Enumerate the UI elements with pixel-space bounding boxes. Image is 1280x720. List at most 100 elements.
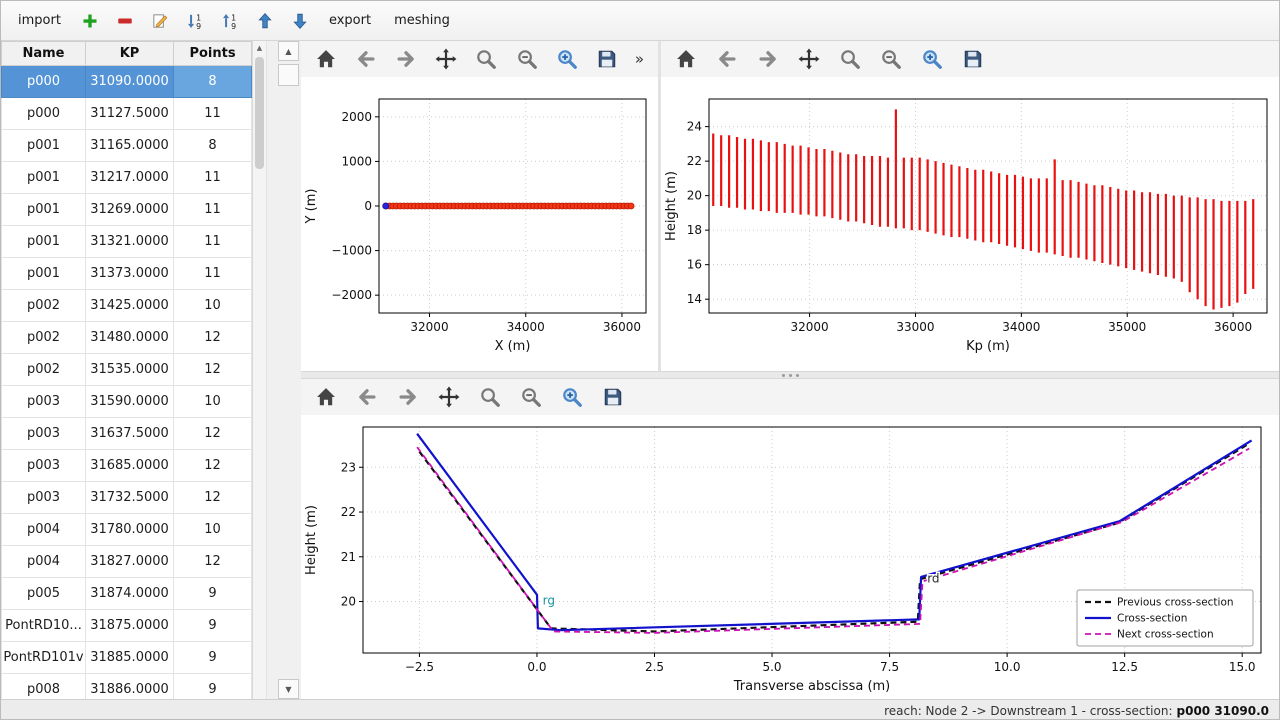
cell-points[interactable]: 12 [174, 482, 252, 514]
pan-button[interactable] [434, 46, 459, 72]
table-row[interactable]: p00231535.000012 [2, 354, 252, 386]
back-button[interactable] [354, 384, 380, 410]
column-header-points[interactable]: Points [174, 42, 252, 66]
table-row[interactable]: p00331637.500012 [2, 418, 252, 450]
forward-button[interactable] [395, 384, 421, 410]
home-button[interactable] [673, 46, 699, 72]
cell-points[interactable]: 12 [174, 322, 252, 354]
cell-kp[interactable]: 31217.0000 [86, 162, 174, 194]
table-row[interactable]: p00131217.000011 [2, 162, 252, 194]
cell-name[interactable]: p000 [2, 66, 86, 98]
cell-kp[interactable]: 31535.0000 [86, 354, 174, 386]
cell-kp[interactable]: 31885.0000 [86, 642, 174, 674]
table-row[interactable]: p00231425.000010 [2, 290, 252, 322]
table-row[interactable]: p00831886.00009 [2, 674, 252, 700]
cell-points[interactable]: 11 [174, 162, 252, 194]
cell-name[interactable]: p001 [2, 258, 86, 290]
table-row[interactable]: PontRD101v31885.00009 [2, 642, 252, 674]
cell-name[interactable]: p002 [2, 290, 86, 322]
cell-points[interactable]: 11 [174, 194, 252, 226]
table-row[interactable]: p00131165.00008 [2, 130, 252, 162]
cell-name[interactable]: p004 [2, 514, 86, 546]
move-down-button[interactable] [287, 8, 313, 34]
table-row[interactable]: PontRD10...31875.00009 [2, 610, 252, 642]
zoom-button[interactable] [477, 384, 503, 410]
sort-descending-button[interactable]: 19 [217, 8, 243, 34]
cell-kp[interactable]: 31165.0000 [86, 130, 174, 162]
panel-scroll-down-button[interactable]: ▼ [278, 679, 299, 699]
cell-name[interactable]: p002 [2, 354, 86, 386]
back-button[interactable] [353, 46, 378, 72]
zoom-button[interactable] [837, 46, 863, 72]
edit-button[interactable] [147, 8, 173, 34]
table-row[interactable]: p00431827.000012 [2, 546, 252, 578]
zoom-in-button[interactable] [559, 384, 585, 410]
cell-name[interactable]: p004 [2, 546, 86, 578]
table-row[interactable]: p00031090.00008 [2, 66, 252, 98]
move-up-button[interactable] [252, 8, 278, 34]
cell-name[interactable]: p005 [2, 578, 86, 610]
cell-kp[interactable]: 31269.0000 [86, 194, 174, 226]
cell-name[interactable]: p000 [2, 98, 86, 130]
panel-scrollbar[interactable]: ▲ ▼ [278, 41, 299, 699]
table-scrollbar-thumb[interactable] [255, 57, 264, 169]
cell-kp[interactable]: 31732.5000 [86, 482, 174, 514]
cell-points[interactable]: 10 [174, 290, 252, 322]
cell-name[interactable]: PontRD10... [2, 610, 86, 642]
table-row[interactable]: p00331590.000010 [2, 386, 252, 418]
cell-points[interactable]: 9 [174, 610, 252, 642]
zoom-out-button[interactable] [518, 384, 544, 410]
sort-ascending-button[interactable]: 19 [182, 8, 208, 34]
cell-kp[interactable]: 31827.0000 [86, 546, 174, 578]
cell-kp[interactable]: 31480.0000 [86, 322, 174, 354]
table-row[interactable]: p00531874.00009 [2, 578, 252, 610]
cell-name[interactable]: p003 [2, 418, 86, 450]
zoom-out-button[interactable] [878, 46, 904, 72]
cell-name[interactable]: p003 [2, 386, 86, 418]
cell-kp[interactable]: 31637.5000 [86, 418, 174, 450]
cell-kp[interactable]: 31373.0000 [86, 258, 174, 290]
cell-kp[interactable]: 31127.5000 [86, 98, 174, 130]
cell-kp[interactable]: 31780.0000 [86, 514, 174, 546]
table-row[interactable]: p00231480.000012 [2, 322, 252, 354]
column-header-name[interactable]: Name [2, 42, 86, 66]
save-button[interactable] [600, 384, 626, 410]
cell-name[interactable]: PontRD101v [2, 642, 86, 674]
toolbar-overflow-button[interactable]: » [635, 50, 646, 68]
cell-name[interactable]: p001 [2, 130, 86, 162]
table-row[interactable]: p00131321.000011 [2, 226, 252, 258]
forward-button[interactable] [393, 46, 418, 72]
home-button[interactable] [313, 384, 339, 410]
cell-kp[interactable]: 31886.0000 [86, 674, 174, 700]
panel-scrollbar-thumb[interactable] [278, 64, 299, 86]
cell-kp[interactable]: 31874.0000 [86, 578, 174, 610]
cell-points[interactable]: 12 [174, 354, 252, 386]
plan-view-plot[interactable]: 320003400036000200010000−1000−2000X (m)Y… [301, 77, 658, 371]
table-row[interactable]: p00431780.000010 [2, 514, 252, 546]
table-row[interactable]: p00131373.000011 [2, 258, 252, 290]
cell-points[interactable]: 10 [174, 386, 252, 418]
table-row[interactable]: p00031127.500011 [2, 98, 252, 130]
longitudinal-profile-plot[interactable]: 3200033000340003500036000141618202224Kp … [661, 77, 1280, 371]
column-header-kp[interactable]: KP [86, 42, 174, 66]
cell-points[interactable]: 12 [174, 546, 252, 578]
cell-kp[interactable]: 31425.0000 [86, 290, 174, 322]
cell-points[interactable]: 9 [174, 642, 252, 674]
cell-name[interactable]: p003 [2, 450, 86, 482]
table-row[interactable]: p00331732.500012 [2, 482, 252, 514]
cell-kp[interactable]: 31090.0000 [86, 66, 174, 98]
cell-kp[interactable]: 31685.0000 [86, 450, 174, 482]
meshing-button[interactable]: meshing [387, 9, 457, 32]
cell-kp[interactable]: 31321.0000 [86, 226, 174, 258]
delete-cross-section-button[interactable] [112, 8, 138, 34]
pan-button[interactable] [436, 384, 462, 410]
zoom-in-button[interactable] [919, 46, 945, 72]
home-button[interactable] [313, 46, 338, 72]
import-button[interactable]: import [11, 9, 68, 32]
cell-points[interactable]: 8 [174, 66, 252, 98]
cell-points[interactable]: 10 [174, 514, 252, 546]
zoom-button[interactable] [474, 46, 499, 72]
cell-points[interactable]: 11 [174, 258, 252, 290]
add-cross-section-button[interactable] [77, 8, 103, 34]
back-button[interactable] [714, 46, 740, 72]
